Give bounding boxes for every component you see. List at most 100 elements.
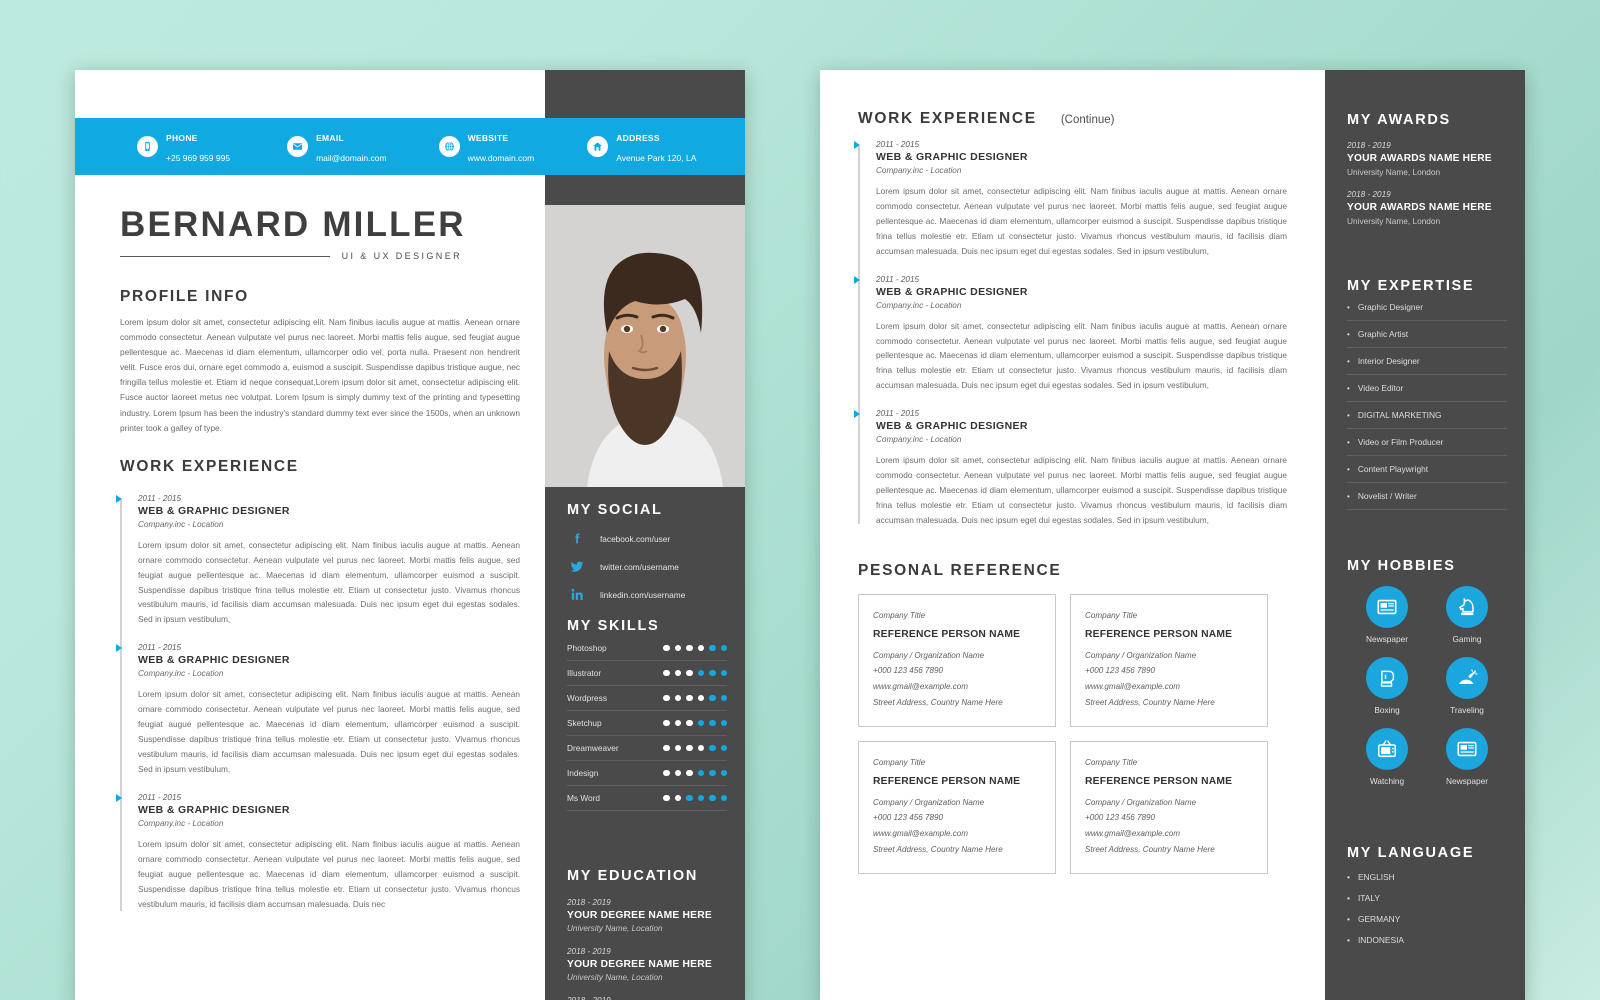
skill-dot bbox=[697, 794, 704, 802]
skill-dot bbox=[720, 794, 727, 802]
experience-role: WEB & GRAPHIC DESIGNER bbox=[138, 654, 290, 667]
award-item: 2018 - 2019 YOUR AWARDS NAME HERE Universi… bbox=[1347, 190, 1507, 226]
awards-list: 2018 - 2019 YOUR AWARDS NAME HERE Universi… bbox=[1347, 141, 1507, 226]
hobby-item[interactable]: Watching bbox=[1347, 728, 1427, 786]
social-url: twitter.com/username bbox=[600, 561, 679, 572]
boxing-glove-icon bbox=[1366, 657, 1408, 699]
expertise-item: Interior Designer bbox=[1347, 348, 1507, 375]
contact-bar: PHONE +25 969 959 995 EMAIL mail@domain.com… bbox=[75, 118, 745, 175]
education-degree: YOUR DEGREE NAME HERE bbox=[567, 959, 712, 970]
experience-description: Lorem ipsum dolor sit amet, consectetur … bbox=[138, 689, 520, 774]
experience-company: Company.inc - Location bbox=[138, 519, 224, 529]
work-experience-header: WORK EXPERIENCE (Continue) bbox=[858, 110, 1287, 128]
reference-address: Street Address, Country Name Here bbox=[1085, 698, 1215, 708]
skill-dot bbox=[720, 694, 727, 702]
contact-label: WEBSITE bbox=[467, 132, 509, 143]
profile-photo bbox=[545, 205, 745, 487]
skill-dot bbox=[686, 744, 693, 752]
language-item: ITALY bbox=[1347, 893, 1507, 903]
experience-company: Company.inc - Location bbox=[876, 166, 962, 175]
hobby-item[interactable]: Newspaper bbox=[1427, 728, 1507, 786]
contact-label: EMAIL bbox=[316, 132, 345, 143]
reference-email: www.gmail@example.com bbox=[1085, 829, 1181, 839]
social-link-facebook[interactable]: facebook.com/user bbox=[567, 531, 727, 546]
experience-years: 2011 - 2015 bbox=[876, 140, 920, 149]
experience-item: 2011 - 2015 WEB & GRAPHIC DESIGNER Company… bbox=[116, 793, 520, 912]
expertise-list: Graphic DesignerGraphic ArtistInterior D… bbox=[1347, 294, 1507, 510]
portrait-illustration bbox=[545, 205, 745, 487]
award-university: University Name, London bbox=[1347, 167, 1441, 177]
education-item: 2018 - 2019YOUR DEGREE NAME HEREUniversi… bbox=[567, 947, 727, 982]
expertise-item: Novelist / Writer bbox=[1347, 483, 1507, 510]
reference-heading: PESONAL REFERENCE bbox=[858, 561, 1062, 579]
job-title: UI & UX DESIGNER bbox=[341, 251, 462, 261]
skill-dot bbox=[709, 769, 716, 777]
hobby-item[interactable]: Traveling bbox=[1427, 657, 1507, 715]
bullet-arrow-icon bbox=[116, 644, 122, 653]
language-item: GERMANY bbox=[1347, 914, 1507, 924]
skill-name: Ms Word bbox=[567, 793, 601, 803]
page-two-sidebar: MY AWARDS 2018 - 2019 YOUR AWARDS NAME HE… bbox=[1325, 70, 1525, 1000]
language-section: MY LANGUAGE ENGLISH ITALY GERMANY INDONESIA bbox=[1347, 845, 1507, 945]
hobby-item[interactable]: Newspaper bbox=[1347, 586, 1427, 644]
newspaper-icon bbox=[1446, 728, 1488, 770]
award-name: YOUR AWARDS NAME HERE bbox=[1347, 202, 1492, 213]
skill-dot bbox=[674, 744, 681, 752]
skill-row: Wordpress bbox=[567, 686, 727, 711]
award-years: 2018 - 2019 bbox=[1347, 190, 1391, 199]
experience-role: WEB & GRAPHIC DESIGNER bbox=[876, 420, 1028, 433]
education-years: 2018 - 2019 bbox=[567, 898, 611, 907]
hobbies-grid: Newspaper Gaming Boxing Traveling Watching Ne… bbox=[1347, 586, 1507, 799]
experience-company: Company.inc - Location bbox=[138, 669, 224, 679]
reference-card: Company Title REFERENCE PERSON NAME Compan… bbox=[858, 593, 1056, 727]
expertise-item: Graphic Designer bbox=[1347, 294, 1507, 321]
experience-years: 2011 - 2015 bbox=[138, 643, 182, 653]
experience-description: Lorem ipsum dolor sit amet, consectetur … bbox=[876, 186, 1287, 256]
reference-organization: Company / Organization Name bbox=[873, 797, 985, 807]
award-name: YOUR AWARDS NAME HERE bbox=[1347, 153, 1492, 164]
reference-card: Company Title REFERENCE PERSON NAME Compan… bbox=[1070, 593, 1268, 727]
address-icon bbox=[587, 136, 609, 157]
email-icon bbox=[287, 136, 309, 157]
expertise-item: Video or Film Producer bbox=[1347, 429, 1507, 456]
skill-row: Photoshop bbox=[567, 634, 727, 661]
social-list: facebook.com/user twitter.com/username lin… bbox=[567, 531, 727, 602]
language-heading: MY LANGUAGE bbox=[1347, 845, 1475, 861]
phone-icon bbox=[137, 136, 158, 157]
resume-page-two: WORK EXPERIENCE (Continue) 2011 - 2015 WE… bbox=[820, 70, 1525, 1000]
skill-dot bbox=[697, 744, 704, 752]
contact-item-website[interactable]: WEBSITE www.domain.com bbox=[438, 127, 534, 166]
skill-rating bbox=[663, 769, 727, 777]
skill-name: Illustrator bbox=[567, 668, 602, 678]
airplane-travel-icon bbox=[1446, 657, 1488, 699]
skill-dot bbox=[686, 769, 693, 777]
experience-years: 2011 - 2015 bbox=[876, 409, 920, 419]
skill-rating bbox=[663, 719, 727, 727]
contact-item-address[interactable]: ADDRESS Avenue Park 120, LA bbox=[587, 127, 696, 166]
skill-dot bbox=[720, 769, 727, 777]
hobby-label: Newspaper bbox=[1366, 634, 1408, 644]
education-section: MY EDUCATION 2018 - 2019 YOUR DEGREE NAME… bbox=[567, 868, 727, 1000]
contact-item-phone[interactable]: PHONE +25 969 959 995 bbox=[137, 127, 230, 166]
skill-dot bbox=[663, 719, 670, 727]
skill-dot bbox=[674, 769, 681, 777]
skill-dot bbox=[686, 644, 693, 652]
reference-address: Street Address, Country Name Here bbox=[873, 698, 1003, 708]
hobby-item[interactable]: Gaming bbox=[1427, 586, 1507, 644]
skill-dot bbox=[663, 669, 670, 677]
social-link-twitter[interactable]: twitter.com/username bbox=[567, 559, 727, 574]
social-link-linkedin[interactable]: linkedin.com/username bbox=[567, 587, 727, 602]
social-section: MY SOCIAL facebook.com/user twitter.com/u… bbox=[567, 502, 727, 602]
contact-item-email[interactable]: EMAIL mail@domain.com bbox=[287, 127, 387, 166]
skill-rating bbox=[663, 644, 727, 652]
experience-company: Company.inc - Location bbox=[138, 818, 224, 828]
skill-dot bbox=[709, 644, 716, 652]
reference-address: Street Address, Country Name Here bbox=[873, 845, 1003, 855]
skill-dot bbox=[697, 694, 704, 702]
skill-dot bbox=[686, 794, 693, 802]
hobby-item[interactable]: Boxing bbox=[1347, 657, 1427, 715]
education-item: 2018 - 2019YOUR DEGREE NAME HEREUniversi… bbox=[567, 996, 727, 1000]
profile-text: Lorem ipsum dolor sit amet, consectetur … bbox=[120, 317, 520, 433]
reference-phone: +000 123 456 7890 bbox=[873, 813, 943, 823]
profile-heading: PROFILE INFO bbox=[120, 288, 249, 305]
